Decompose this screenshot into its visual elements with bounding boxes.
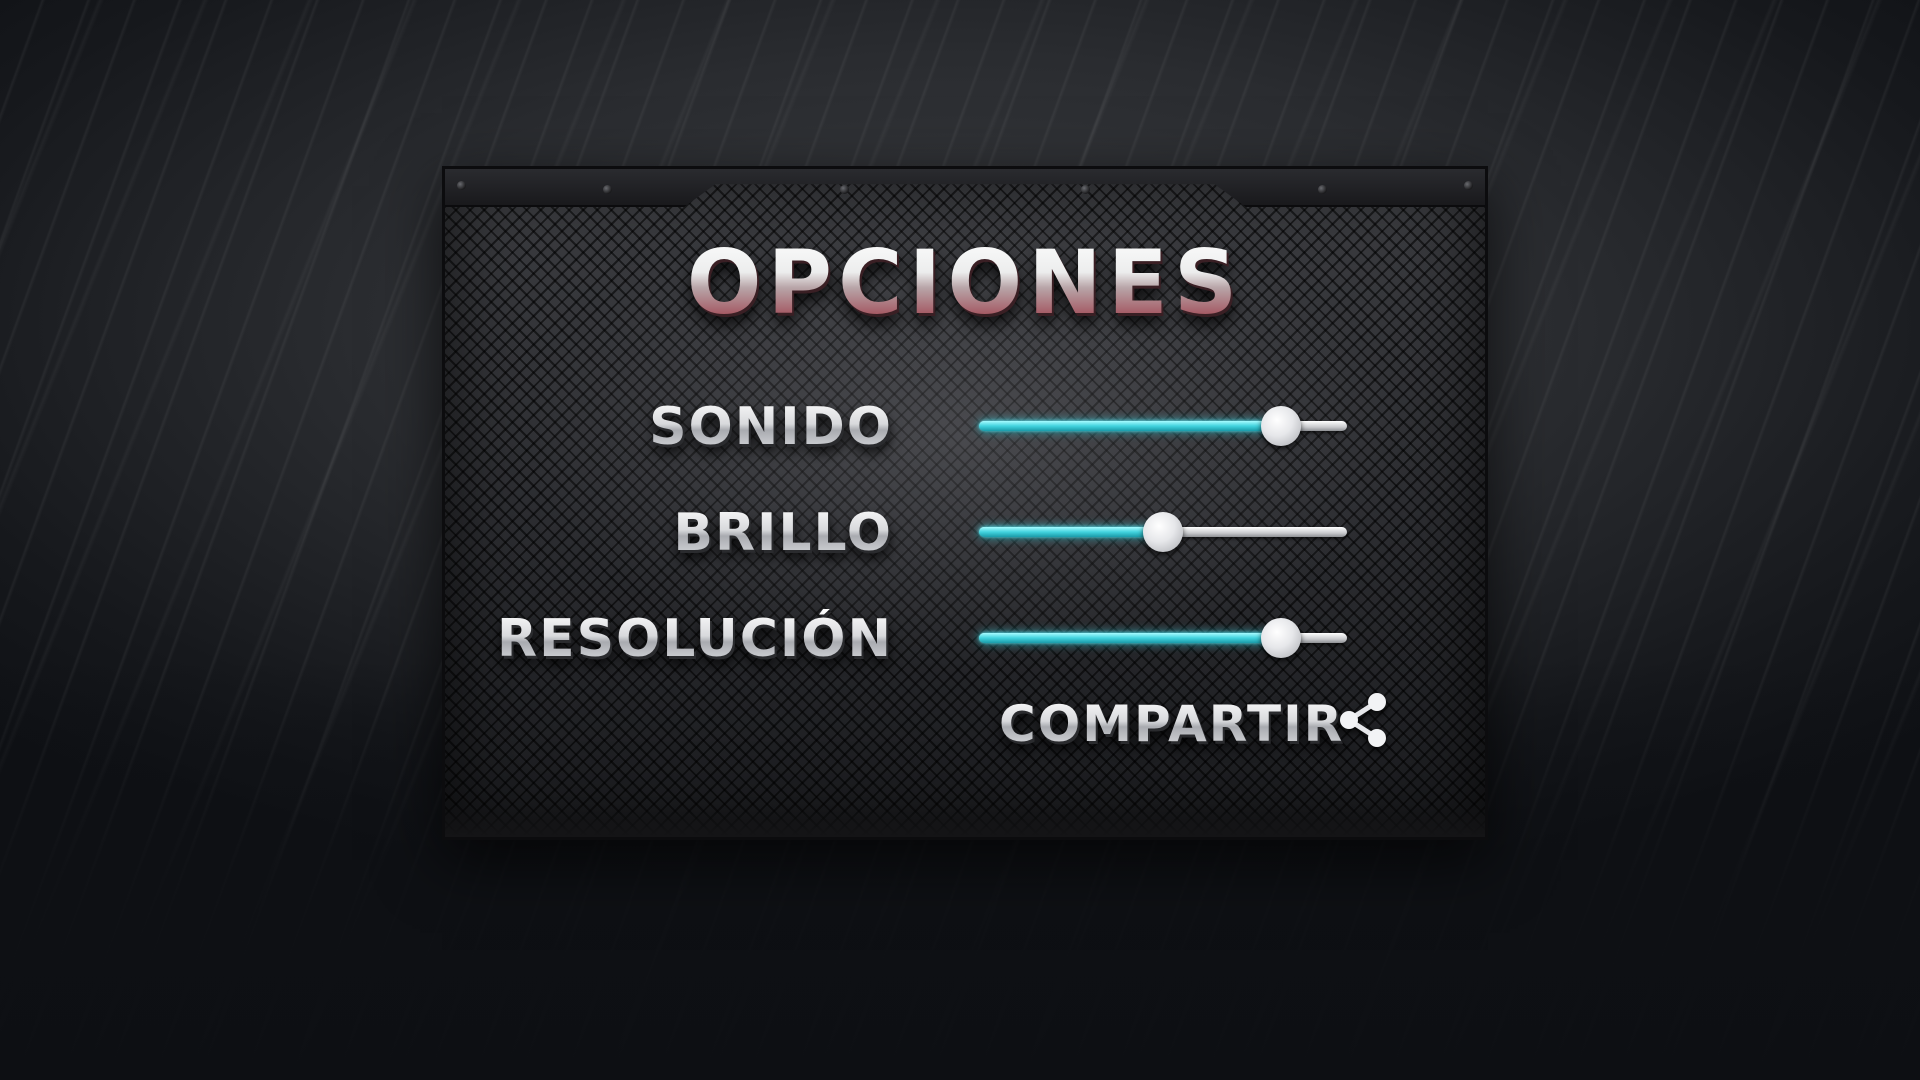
options-panel: OPCIONES SONIDO BRILLO RESOLUCIÓN COMPAR… — [442, 166, 1488, 840]
rivet-icon — [1318, 185, 1327, 194]
share-icon[interactable] — [1337, 691, 1389, 749]
resolution-label: RESOLUCIÓN — [497, 609, 893, 669]
option-row-sound: SONIDO — [445, 389, 1485, 459]
brightness-slider[interactable] — [979, 512, 1347, 552]
brightness-slider-thumb[interactable] — [1143, 512, 1183, 552]
panel-top-frame — [445, 169, 1485, 207]
rivet-icon — [1081, 185, 1090, 194]
sound-slider-fill — [979, 421, 1281, 431]
option-row-brightness: BRILLO — [445, 495, 1485, 565]
rivet-icon — [1464, 181, 1473, 190]
sound-slider-thumb[interactable] — [1260, 406, 1301, 446]
page-title: OPCIONES — [445, 231, 1485, 334]
resolution-slider[interactable] — [979, 618, 1347, 658]
rivet-icon — [840, 185, 849, 194]
share-label: COMPARTIR — [999, 695, 1345, 753]
rivet-icon — [457, 181, 466, 190]
brightness-label: BRILLO — [673, 503, 893, 563]
option-row-resolution: RESOLUCIÓN — [445, 601, 1485, 671]
sound-label: SONIDO — [649, 397, 893, 457]
resolution-slider-fill — [979, 633, 1281, 643]
share-button[interactable]: COMPARTIR — [999, 689, 1389, 759]
sound-slider[interactable] — [979, 406, 1347, 446]
resolution-slider-thumb[interactable] — [1260, 618, 1301, 658]
brightness-slider-fill — [979, 527, 1163, 537]
panel-bottom-frame — [445, 803, 1485, 837]
rivet-icon — [603, 185, 612, 194]
